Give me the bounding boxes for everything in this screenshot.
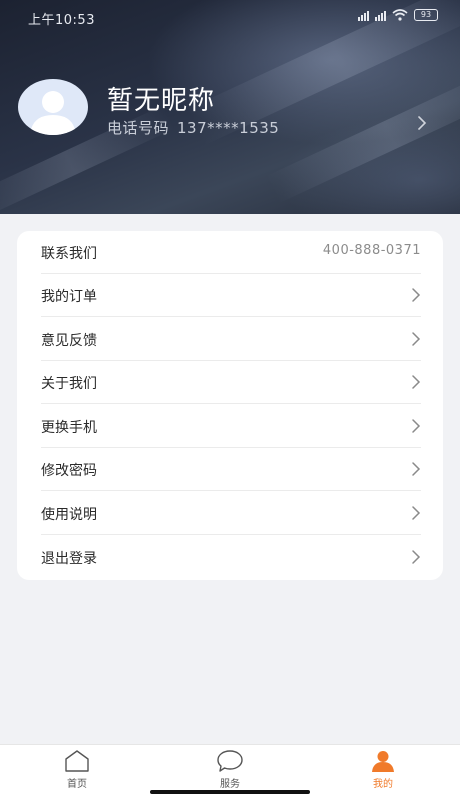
- status-time: 上午10:53: [28, 13, 95, 28]
- tab-label: 首页: [67, 779, 87, 790]
- chevron-right-icon: [412, 375, 421, 389]
- tab-label: 我的: [373, 779, 393, 790]
- divider: [41, 534, 421, 535]
- menu-item-change-phone[interactable]: 更换手机: [17, 405, 443, 448]
- home-indicator: [150, 790, 310, 794]
- divider: [41, 316, 421, 317]
- status-icons: 93: [358, 9, 438, 21]
- signal-icon: [358, 10, 369, 21]
- tab-service[interactable]: 服务: [180, 745, 280, 795]
- menu-item-label: 联系我们: [41, 246, 97, 262]
- nickname: 暂无昵称: [107, 86, 216, 116]
- wifi-icon: [392, 9, 408, 21]
- phone-label: 电话号码: [107, 119, 170, 137]
- chevron-right-icon: [412, 288, 421, 302]
- contact-phone-value: 400-888-0371: [322, 243, 421, 258]
- divider: [41, 490, 421, 491]
- chevron-right-icon: [412, 462, 421, 476]
- signal-icon: [375, 10, 386, 21]
- chevron-right-icon[interactable]: [414, 114, 430, 132]
- menu-item-instructions[interactable]: 使用说明: [17, 492, 443, 535]
- chevron-right-icon: [412, 550, 421, 564]
- profile-header: 上午10:53 93 暂无昵称 电话号码 137****1535: [0, 0, 460, 214]
- phone-info: 电话号码 137****1535: [107, 117, 279, 138]
- tab-label: 服务: [220, 779, 240, 790]
- menu-item-contact-us[interactable]: 联系我们 400-888-0371: [17, 231, 443, 274]
- menu-item-label: 使用说明: [41, 507, 97, 523]
- menu-item-label: 修改密码: [41, 463, 97, 479]
- menu-item-my-orders[interactable]: 我的订单: [17, 274, 443, 317]
- menu-item-change-password[interactable]: 修改密码: [17, 448, 443, 491]
- chevron-right-icon: [412, 332, 421, 346]
- phone-number: 137****1535: [177, 119, 280, 137]
- status-bar: 上午10:53 93: [0, 0, 460, 34]
- menu-item-label: 我的订单: [41, 289, 97, 305]
- divider: [41, 403, 421, 404]
- chevron-right-icon: [412, 419, 421, 433]
- menu-item-label: 关于我们: [41, 376, 97, 392]
- menu-item-label: 更换手机: [41, 420, 97, 436]
- menu-card: 联系我们 400-888-0371 我的订单 意见反馈 关于我们 更换手机 修改…: [17, 231, 443, 580]
- user-icon: [372, 751, 394, 772]
- avatar[interactable]: [18, 79, 88, 135]
- menu-item-label: 退出登录: [41, 551, 97, 567]
- home-icon: [65, 750, 89, 772]
- tab-home[interactable]: 首页: [27, 745, 127, 795]
- chat-bubble-icon: [217, 750, 243, 772]
- profile-screen: 上午10:53 93 暂无昵称 电话号码 137****1535 联系我们 40…: [0, 0, 460, 800]
- tab-mine[interactable]: 我的: [333, 745, 433, 795]
- battery-icon: 93: [414, 9, 438, 21]
- menu-item-logout[interactable]: 退出登录: [17, 536, 443, 579]
- menu-item-about-us[interactable]: 关于我们: [17, 361, 443, 404]
- chevron-right-icon: [412, 506, 421, 520]
- default-user-icon: [30, 91, 76, 135]
- menu-item-label: 意见反馈: [41, 333, 97, 349]
- menu-item-feedback[interactable]: 意见反馈: [17, 318, 443, 361]
